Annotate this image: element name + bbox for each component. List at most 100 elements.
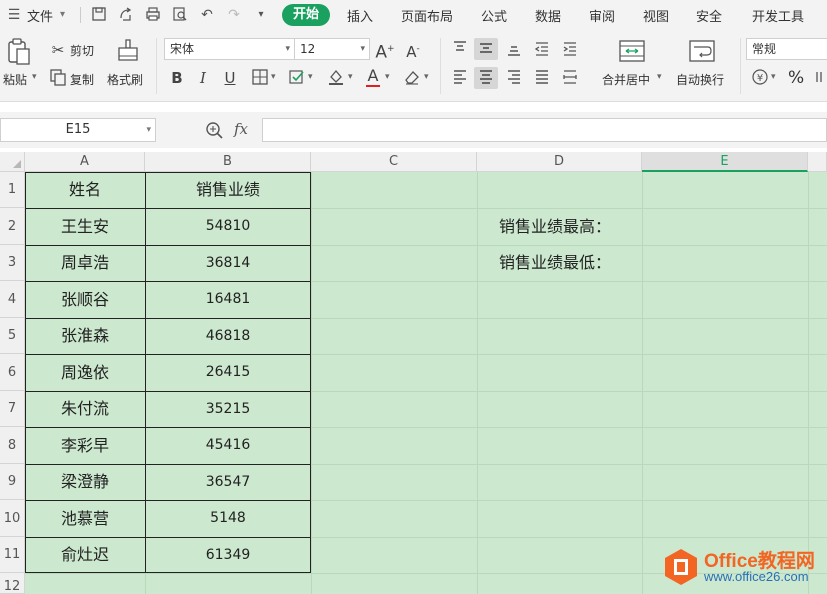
- zoom-formula-icon[interactable]: [205, 121, 225, 141]
- scissors-icon[interactable]: ✂: [48, 40, 68, 60]
- tab-view[interactable]: 视图: [643, 6, 669, 25]
- cell-a11[interactable]: 俞灶迟: [25, 537, 145, 573]
- row-header-7[interactable]: 7: [0, 391, 25, 427]
- cell-b2[interactable]: 54810: [145, 208, 311, 245]
- cell-b6[interactable]: 26415: [145, 354, 311, 391]
- cell-b7[interactable]: 35215: [145, 391, 311, 427]
- comma-style-icon[interactable]: [812, 68, 827, 88]
- row-header-9[interactable]: 9: [0, 464, 25, 500]
- number-format-select[interactable]: 常规: [746, 38, 827, 60]
- row-header-2[interactable]: 2: [0, 208, 25, 245]
- file-menu-chevron-icon[interactable]: ▾: [60, 9, 65, 20]
- export-icon[interactable]: [117, 6, 135, 24]
- cell-a1[interactable]: 姓名: [25, 172, 145, 208]
- file-menu[interactable]: 文件: [27, 6, 53, 25]
- tab-security[interactable]: 安全: [696, 6, 722, 25]
- merge-center-button[interactable]: 合并居中: [602, 71, 650, 88]
- borders-icon[interactable]: [250, 68, 270, 88]
- paste-icon[interactable]: [6, 38, 32, 66]
- column-header-e[interactable]: E: [642, 152, 808, 172]
- increase-indent-icon[interactable]: [560, 39, 580, 59]
- cell-b9[interactable]: 36547: [145, 464, 311, 500]
- merge-center-icon[interactable]: [618, 38, 646, 64]
- currency-chevron-icon[interactable]: ▾: [771, 72, 776, 82]
- formula-input[interactable]: [262, 118, 827, 142]
- cell-a9[interactable]: 梁澄静: [25, 464, 145, 500]
- justify-icon[interactable]: [532, 68, 552, 88]
- copy-icon[interactable]: [48, 68, 68, 88]
- fill-color-icon[interactable]: [326, 68, 346, 88]
- hamburger-menu-icon[interactable]: ☰: [5, 6, 23, 24]
- cell-b3[interactable]: 36814: [145, 245, 311, 281]
- font-size-select[interactable]: 12 ▾: [294, 38, 370, 60]
- column-header-c[interactable]: C: [311, 152, 477, 172]
- font-color-icon[interactable]: A: [363, 66, 383, 87]
- align-right-icon[interactable]: [504, 68, 524, 88]
- customize-toolbar-chevron-icon[interactable]: ▾: [252, 6, 270, 24]
- fill-color-chevron-icon[interactable]: ▾: [348, 72, 353, 82]
- decrease-indent-icon[interactable]: [532, 39, 552, 59]
- undo-icon[interactable]: ↶: [198, 6, 216, 24]
- clear-format-icon[interactable]: [402, 68, 422, 88]
- row-header-1[interactable]: 1: [0, 172, 25, 208]
- borders-chevron-icon[interactable]: ▾: [271, 72, 276, 82]
- underline-icon[interactable]: U: [220, 68, 240, 88]
- tab-insert[interactable]: 插入: [347, 6, 373, 25]
- align-bottom-icon[interactable]: [504, 39, 524, 59]
- clear-format-chevron-icon[interactable]: ▾: [424, 72, 429, 82]
- tab-formulas[interactable]: 公式: [481, 6, 507, 25]
- column-header-b[interactable]: B: [145, 152, 311, 172]
- distributed-align-icon[interactable]: [560, 68, 580, 88]
- cell-b8[interactable]: 45416: [145, 427, 311, 464]
- name-box[interactable]: E15 ▾: [0, 118, 156, 142]
- print-icon[interactable]: [144, 6, 162, 24]
- cell-b1[interactable]: 销售业绩: [145, 172, 311, 208]
- cell-d3[interactable]: 销售业绩最低：: [499, 245, 611, 281]
- select-all-corner[interactable]: [0, 152, 25, 172]
- wrap-text-icon[interactable]: [688, 38, 716, 64]
- row-header-6[interactable]: 6: [0, 354, 25, 391]
- row-header-8[interactable]: 8: [0, 427, 25, 464]
- cell-b4[interactable]: 16481: [145, 281, 311, 318]
- font-name-select[interactable]: 宋体 ▾: [164, 38, 295, 60]
- cell-a2[interactable]: 王生安: [25, 208, 145, 245]
- cut-button[interactable]: 剪切: [70, 42, 94, 59]
- cell-b5[interactable]: 46818: [145, 318, 311, 354]
- decrease-font-size-icon[interactable]: A-: [403, 39, 423, 61]
- increase-font-size-icon[interactable]: A+: [375, 39, 395, 63]
- cell-a3[interactable]: 周卓浩: [25, 245, 145, 281]
- percent-button[interactable]: %: [788, 68, 804, 88]
- italic-icon[interactable]: I: [193, 68, 213, 88]
- format-painter-button[interactable]: 格式刷: [107, 71, 143, 88]
- align-top-icon[interactable]: [450, 39, 470, 59]
- wrap-text-button[interactable]: 自动换行: [676, 71, 724, 88]
- tab-data[interactable]: 数据: [535, 6, 561, 25]
- paste-button[interactable]: 粘贴: [3, 71, 27, 88]
- save-icon[interactable]: [90, 6, 108, 24]
- cell-a5[interactable]: 张淮森: [25, 318, 145, 354]
- row-header-12[interactable]: 12: [0, 573, 25, 594]
- currency-icon[interactable]: ¥: [750, 68, 770, 88]
- cell-b11[interactable]: 61349: [145, 537, 311, 573]
- cell-a10[interactable]: 池慕营: [25, 500, 145, 537]
- paste-chevron-icon[interactable]: ▾: [32, 72, 37, 82]
- column-header-d[interactable]: D: [477, 152, 642, 172]
- cell-a8[interactable]: 李彩早: [25, 427, 145, 464]
- cell-style-icon[interactable]: [287, 68, 307, 88]
- merge-center-chevron-icon[interactable]: ▾: [657, 72, 662, 82]
- cell-a6[interactable]: 周逸依: [25, 354, 145, 391]
- bold-icon[interactable]: B: [167, 68, 187, 88]
- align-left-icon[interactable]: [450, 68, 470, 88]
- tab-start[interactable]: 开始: [282, 4, 330, 26]
- row-header-4[interactable]: 4: [0, 281, 25, 318]
- tab-page-layout[interactable]: 页面布局: [401, 6, 453, 25]
- print-preview-icon[interactable]: [171, 6, 189, 24]
- font-color-chevron-icon[interactable]: ▾: [385, 72, 390, 82]
- cell-a7[interactable]: 朱付流: [25, 391, 145, 427]
- cell-d2[interactable]: 销售业绩最高：: [499, 208, 611, 245]
- column-header-a[interactable]: A: [25, 152, 145, 172]
- row-header-10[interactable]: 10: [0, 500, 25, 537]
- cell-a4[interactable]: 张顺谷: [25, 281, 145, 318]
- tab-developer[interactable]: 开发工具: [752, 6, 804, 25]
- copy-button[interactable]: 复制: [70, 71, 94, 88]
